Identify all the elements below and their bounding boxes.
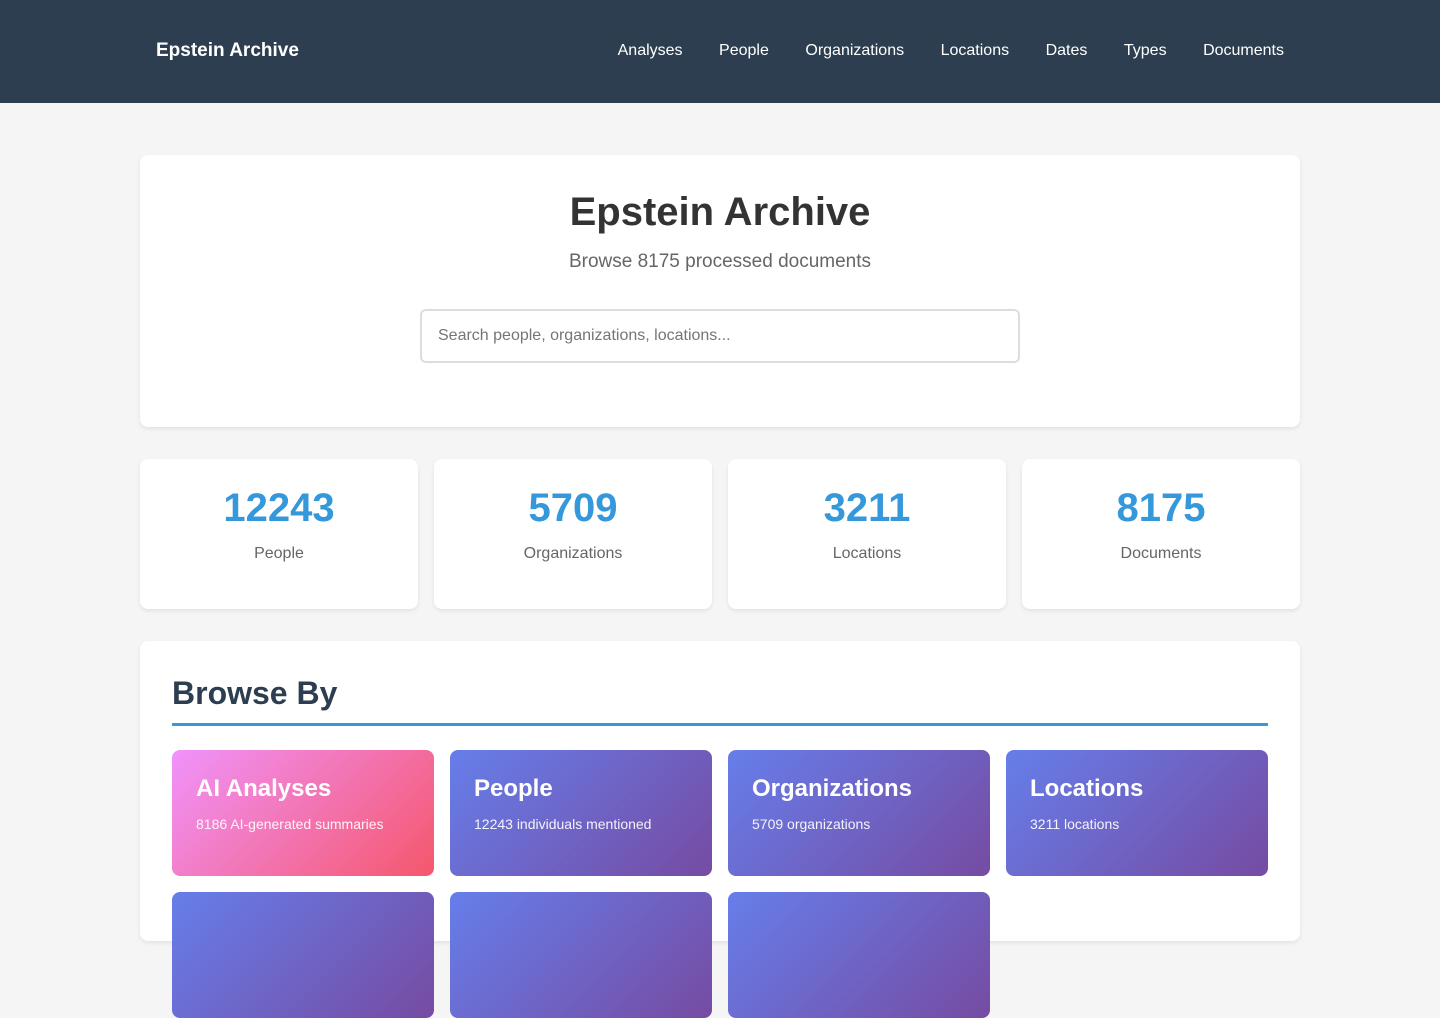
stat-label: Organizations: [523, 545, 623, 562]
stat-label: People: [254, 545, 304, 562]
tile-description: 12243 individuals mentioned: [474, 816, 652, 832]
stat-card-locations: 3211 Locations: [728, 459, 1006, 609]
stat-card-documents: 8175 Documents: [1022, 459, 1300, 609]
stat-label: Documents: [1120, 545, 1202, 562]
nav-link-dates[interactable]: Dates: [1046, 42, 1088, 60]
browse-tile[interactable]: [450, 892, 712, 1018]
browse-tile-locations[interactable]: Locations 3211 locations: [1006, 750, 1268, 876]
hero-card: Epstein Archive Browse 8175 processed do…: [140, 155, 1300, 427]
tile-description: 3211 locations: [1030, 816, 1120, 832]
stats-row: 12243 People 5709 Organizations 3211 Loc…: [140, 459, 1300, 609]
tile-title: AI Analyses: [196, 775, 332, 802]
tile-title: Locations: [1030, 775, 1144, 802]
stat-number: 8175: [1116, 486, 1206, 530]
nav-link-people[interactable]: People: [719, 42, 769, 60]
tile-title: Organizations: [752, 775, 913, 802]
browse-heading: Browse By: [172, 675, 338, 711]
page-title: Epstein Archive: [569, 190, 871, 234]
nav-link-organizations[interactable]: Organizations: [805, 42, 904, 60]
stat-card-people: 12243 People: [140, 459, 418, 609]
search-input[interactable]: [420, 309, 1020, 363]
nav-link-analyses[interactable]: Analyses: [618, 42, 683, 60]
nav-link-documents[interactable]: Documents: [1203, 42, 1284, 60]
stat-label: Locations: [832, 545, 902, 562]
browse-tile[interactable]: [728, 892, 990, 1018]
tile-title: People: [474, 775, 553, 802]
browse-tile-organizations[interactable]: Organizations 5709 organizations: [728, 750, 990, 876]
browse-tiles: AI Analyses 8186 AI-generated summaries …: [172, 750, 1268, 1018]
stat-number: 5709: [528, 486, 618, 530]
brand-link[interactable]: Epstein Archive: [156, 40, 299, 62]
stat-number: 12243: [223, 486, 335, 530]
nav-link-locations[interactable]: Locations: [941, 42, 1010, 60]
tile-description: 8186 AI-generated summaries: [196, 816, 384, 832]
page-subtitle: Browse 8175 processed documents: [568, 251, 872, 272]
main-nav: Analyses People Organizations Locations …: [581, 42, 1284, 60]
stat-card-organizations: 5709 Organizations: [434, 459, 712, 609]
browse-tile[interactable]: [172, 892, 434, 1018]
nav-link-types[interactable]: Types: [1124, 42, 1167, 60]
browse-tile-ai-analyses[interactable]: AI Analyses 8186 AI-generated summaries: [172, 750, 434, 876]
browse-tile-people[interactable]: People 12243 individuals mentioned: [450, 750, 712, 876]
top-navbar: Epstein Archive Analyses People Organiza…: [0, 0, 1440, 103]
tile-description: 5709 organizations: [752, 816, 871, 832]
browse-section: Browse By AI Analyses 8186 AI-generated …: [140, 641, 1300, 1018]
heading-divider: [172, 723, 1268, 726]
stat-number: 3211: [823, 486, 911, 530]
